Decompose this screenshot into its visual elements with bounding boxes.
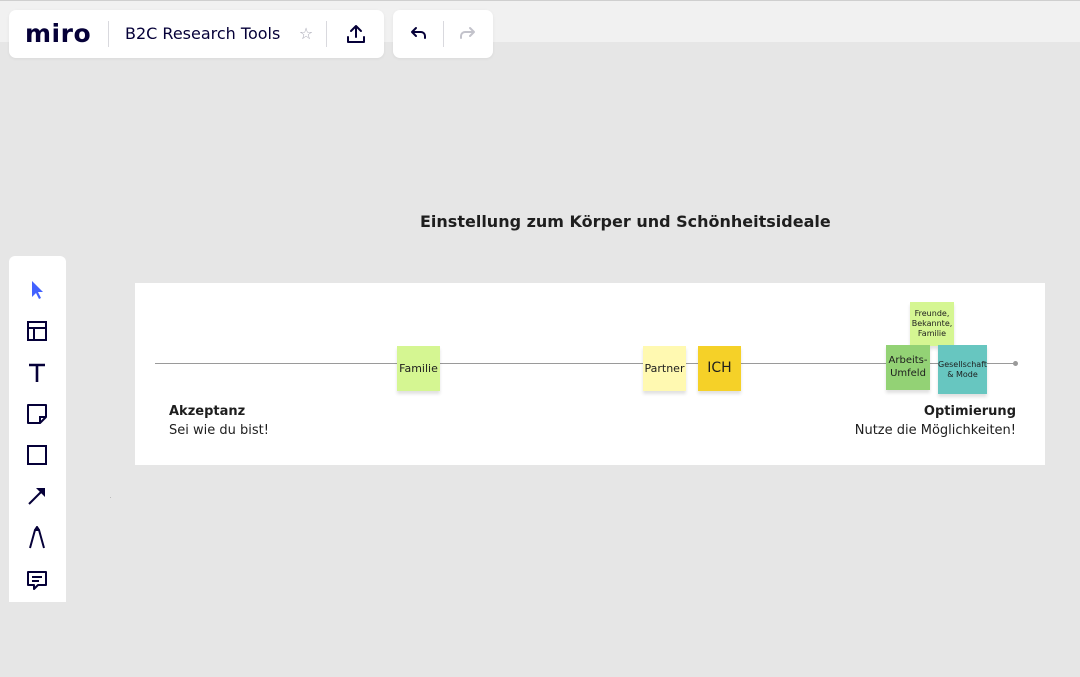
label-akzeptanz-sub: Sei wie du bist! [169,423,269,438]
label-akzeptanz: Akzeptanz [169,404,246,419]
board-title[interactable]: B2C Research Tools [125,24,280,43]
canvas-dot [110,497,111,498]
label-optimierung-sub: Nutze die Möglichkeiten! [854,423,1016,438]
star-icon[interactable]: ☆ [296,23,316,43]
divider [108,21,109,47]
divider [326,21,327,47]
template-icon[interactable] [23,317,51,345]
sticky-note-freunde[interactable]: Freunde, Bekannte, Familie [910,302,954,346]
label-optimierung: Optimierung [923,404,1016,419]
sticky-note-arbeitsumfeld[interactable]: Arbeits-Umfeld [886,345,930,390]
pen-icon[interactable] [23,524,51,552]
axis-end-dot [1013,361,1018,366]
arrow-icon[interactable] [23,482,51,510]
sticky-note-ich[interactable]: ICH [698,346,741,391]
undo-icon[interactable] [405,21,431,47]
upload-icon[interactable] [343,21,369,47]
comment-icon[interactable] [23,566,51,594]
text-icon[interactable] [23,359,51,387]
miro-logo[interactable]: miro [25,19,91,48]
left-toolbar [9,256,66,602]
sticky-note-partner[interactable]: Partner [643,346,686,391]
sticky-note-gesellschaft[interactable]: Gesellschaft & Mode [938,345,987,394]
sticky-note-icon[interactable] [23,400,51,428]
select-cursor-icon[interactable] [23,276,51,304]
shape-icon[interactable] [23,441,51,469]
board-frame[interactable]: Familie Partner ICH Freunde, Bekannte, F… [135,283,1045,465]
redo-icon[interactable] [455,21,481,47]
divider [443,21,444,47]
undo-redo-panel [393,10,493,58]
board-header-panel: miro B2C Research Tools ☆ [9,10,384,58]
board-heading: Einstellung zum Körper und Schönheitside… [420,212,831,231]
sticky-note-familie[interactable]: Familie [397,346,440,391]
